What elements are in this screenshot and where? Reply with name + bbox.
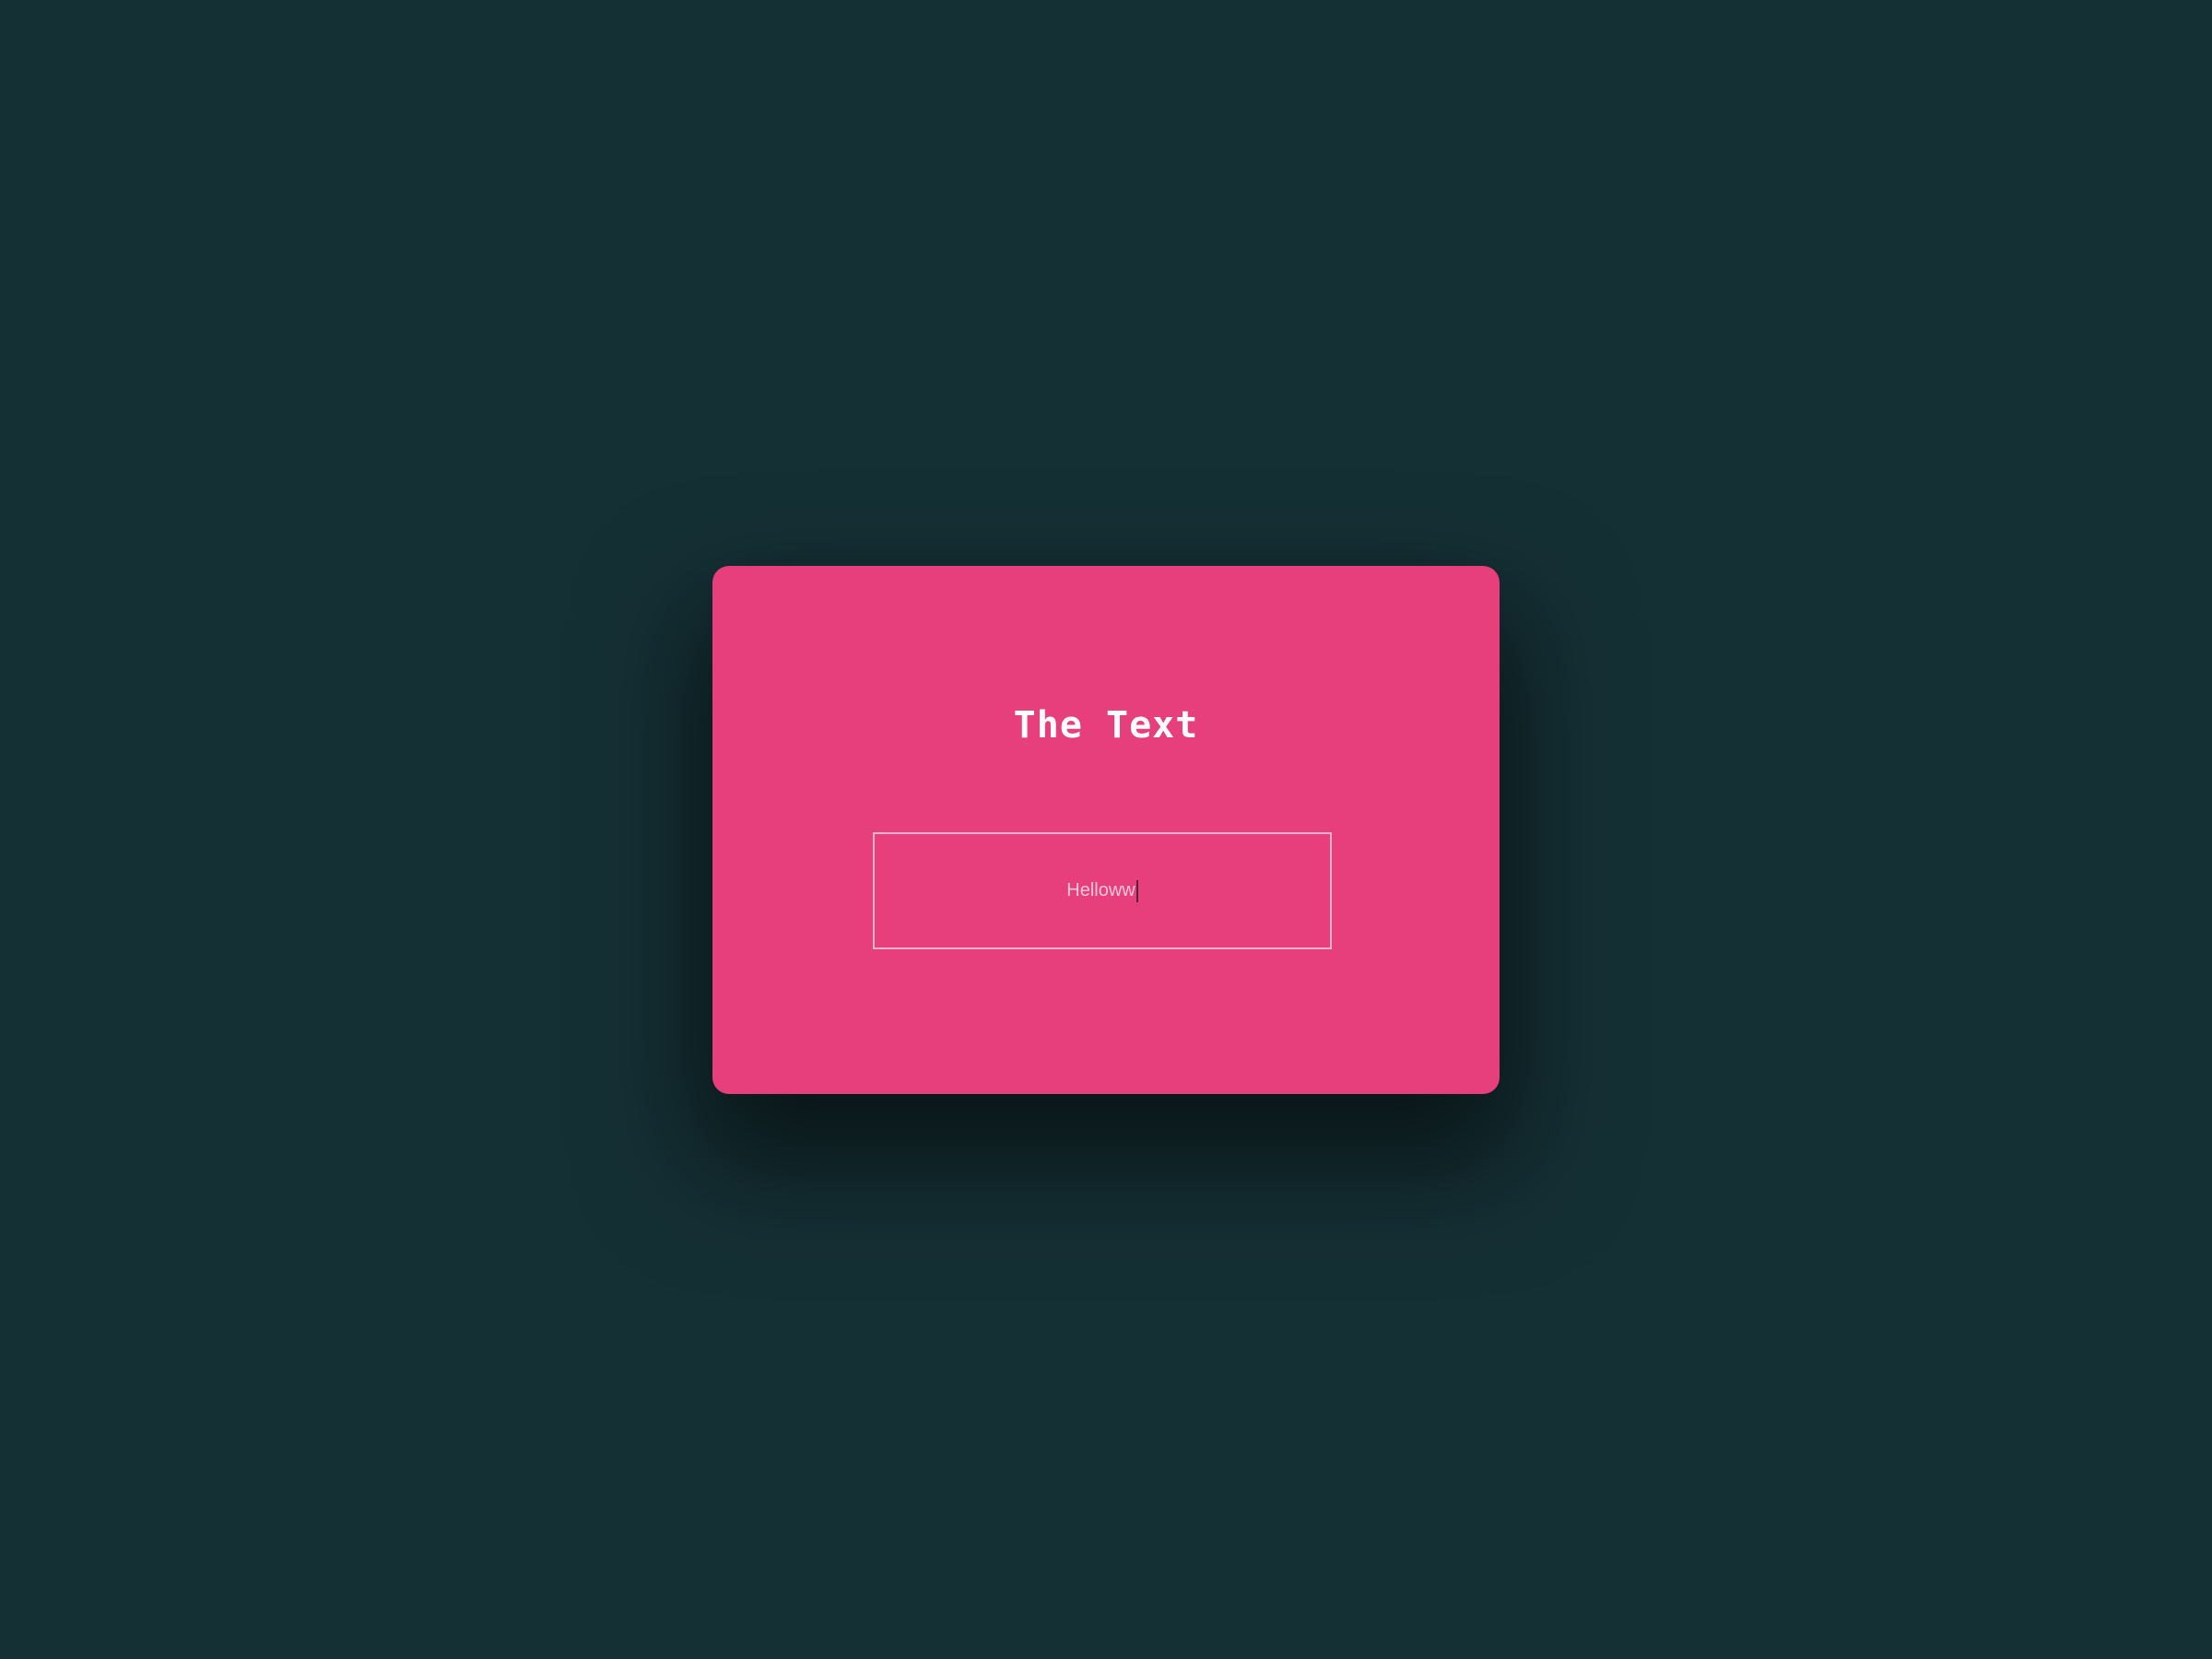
text-input[interactable]: Helloww bbox=[873, 832, 1332, 949]
card: The Text Helloww bbox=[712, 566, 1500, 1094]
card-title: The Text bbox=[1013, 704, 1199, 747]
text-caret bbox=[1135, 879, 1138, 902]
text-input-value: Helloww bbox=[1066, 880, 1135, 900]
